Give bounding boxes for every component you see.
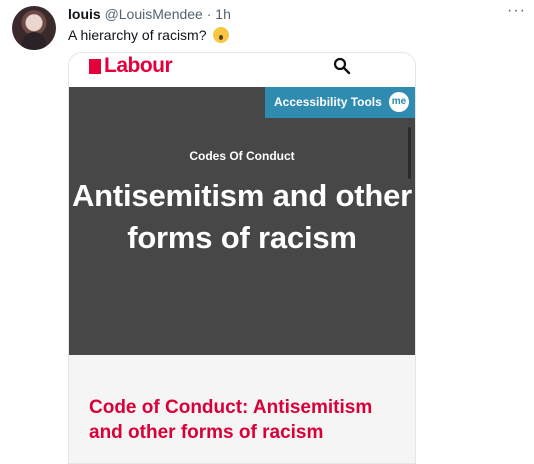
author-name[interactable]: louis xyxy=(68,6,101,22)
tweet-header: louis @LouisMendee · 1h xyxy=(68,5,231,23)
surprised-emoji-icon xyxy=(213,27,230,43)
tweet-text: A hierarchy of racism? xyxy=(68,26,230,44)
labour-rose-icon xyxy=(89,59,101,74)
page-title: Antisemitism and other forms of racism xyxy=(71,178,413,255)
me-badge-icon: me xyxy=(389,92,409,112)
avatar[interactable] xyxy=(12,6,56,50)
accessibility-tools-button: Accessibility Tools me xyxy=(265,87,415,118)
section-title: Code of Conduct: Antisemitism and other … xyxy=(89,397,373,443)
more-options-icon[interactable]: ··· xyxy=(507,2,526,20)
eyebrow-text: Codes Of Conduct xyxy=(189,149,295,163)
accessibility-tools-label: Accessibility Tools xyxy=(274,95,382,109)
timestamp[interactable]: 1h xyxy=(215,6,231,22)
hero-banner: Accessibility Tools me Codes Of Conduct … xyxy=(69,87,415,355)
tweet-body: A hierarchy of racism? xyxy=(68,27,207,43)
separator: · xyxy=(206,6,212,22)
author-handle[interactable]: @LouisMendee xyxy=(105,6,203,22)
tweet-media-screenshot[interactable]: Labour Accessibility Tools me Codes Of C… xyxy=(68,52,416,464)
site-topbar: Labour xyxy=(69,53,415,87)
search-icon xyxy=(333,57,351,75)
site-logo: Labour xyxy=(104,54,173,77)
content-section: Code of Conduct: Antisemitism and other … xyxy=(69,355,415,463)
